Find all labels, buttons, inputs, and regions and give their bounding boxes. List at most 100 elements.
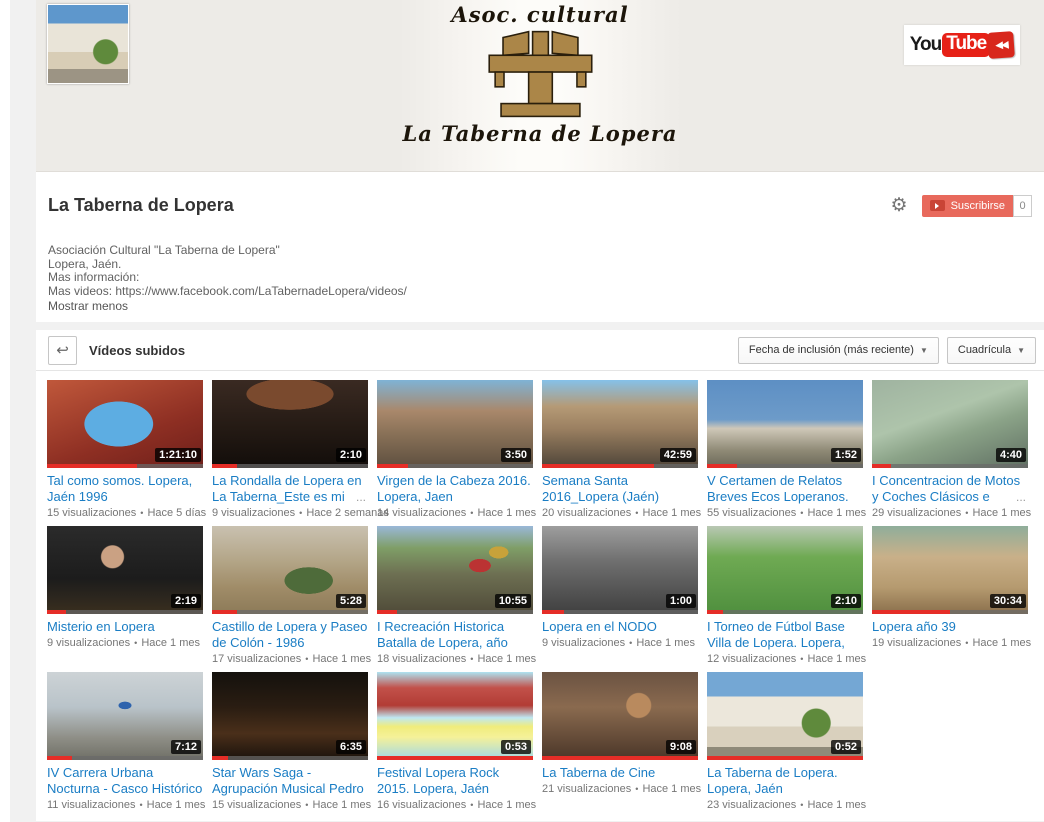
watched-progress-bar [872,464,891,468]
video-title-link[interactable]: Lopera en el NODO [542,619,657,634]
watched-progress-track [542,464,698,468]
video-thumbnail[interactable]: 7:12 [47,672,203,760]
video-meta: 18 visualizaciones•Hace 1 mes [377,653,533,665]
video-meta: 21 visualizaciones•Hace 1 mes [542,783,698,795]
video-title-link[interactable]: Lopera año 39 [872,619,956,634]
video-meta: 9 visualizaciones•Hace 2 semanas [212,507,368,519]
video-title-link[interactable]: I Concentracion de Motos y Coches Clásic… [872,473,1020,505]
video-title-link[interactable]: Tal como somos. Lopera, Jaén 1996 [47,473,192,504]
video-thumbnail[interactable]: 4:40 [872,380,1028,468]
watched-progress-track [542,610,698,614]
video-title-link[interactable]: La Taberna de Lopera. Lopera, Jaén [707,765,838,796]
video-age: Hace 1 mes [477,507,536,519]
video-thumbnail[interactable]: 1:00 [542,526,698,614]
show-less-link[interactable]: Mostrar menos [48,299,1032,313]
channel-avatar[interactable] [47,4,129,84]
video-card: 2:10 I Torneo de Fútbol Base Villa de Lo… [707,526,863,668]
watched-progress-bar [212,464,237,468]
video-age: Hace 1 mes [477,653,536,665]
video-card: 1:21:10 Tal como somos. Lopera, Jaén 199… [47,380,203,522]
video-title-link[interactable]: La Rondalla de Lopera en La Taberna_Este… [212,473,362,505]
watched-progress-track [212,610,368,614]
video-card: 4:40 I Concentracion de Motos y Coches C… [872,380,1028,522]
watched-progress-track [542,756,698,760]
video-thumbnail[interactable]: 6:35 [212,672,368,760]
meta-separator: • [635,784,638,794]
video-views: 29 visualizaciones [872,507,961,519]
chevron-down-icon: ▼ [1017,346,1025,355]
meta-separator: • [299,508,302,518]
video-thumbnail[interactable]: 2:10 [707,526,863,614]
video-title-link[interactable]: Festival Lopera Rock 2015. Lopera, Jaén [377,765,499,796]
video-thumbnail[interactable]: 30:34 [872,526,1028,614]
watched-progress-bar [47,610,66,614]
video-duration-badge: 2:19 [171,594,201,608]
videos-toolbar: ↩ Vídeos subidos Fecha de inclusión (más… [36,330,1044,371]
video-card: 10:55 I Recreación Historica Batalla de … [377,526,533,668]
video-thumbnail[interactable]: 1:52 [707,380,863,468]
video-thumbnail[interactable]: 42:59 [542,380,698,468]
video-thumbnail[interactable]: 10:55 [377,526,533,614]
video-title-link[interactable]: Star Wars Saga - Agrupación Musical Pedr… [212,765,364,797]
video-age: Hace 5 días [147,507,206,519]
page-left-gutter [10,0,36,822]
video-meta: 12 visualizaciones•Hace 1 mes [707,653,863,665]
video-thumbnail[interactable]: 2:10 [212,380,368,468]
video-thumbnail[interactable]: 1:21:10 [47,380,203,468]
back-arrow-icon: ↩ [56,341,69,359]
video-views: 9 visualizaciones [47,637,130,649]
video-age: Hace 1 mes [807,653,866,665]
video-title-link[interactable]: Misterio en Lopera [47,619,155,634]
watched-progress-bar [707,464,737,468]
watched-progress-track [872,610,1028,614]
video-title-link[interactable]: V Certamen de Relatos Breves Ecos Lopera… [707,473,849,505]
video-duration-badge: 42:59 [660,448,696,462]
video-title-link[interactable]: Castillo de Lopera y Paseo de Colón - 19… [212,619,367,650]
video-title-link[interactable]: Semana Santa 2016_Lopera (Jaén) [542,473,659,504]
back-button[interactable]: ↩ [48,336,77,365]
video-duration-badge: 30:34 [990,594,1026,608]
sort-dropdown[interactable]: Fecha de inclusión (más reciente) ▼ [738,337,939,364]
video-card: 1:52 V Certamen de Relatos Breves Ecos L… [707,380,863,522]
watched-progress-bar [542,610,564,614]
watched-progress-track [872,464,1028,468]
video-views: 20 visualizaciones [542,507,631,519]
video-title-link[interactable]: IV Carrera Urbana Nocturna - Casco Histó… [47,765,202,797]
gear-icon[interactable]: ⚙ [891,194,908,217]
video-age: Hace 1 mes [642,507,701,519]
video-duration-badge: 2:10 [831,594,861,608]
video-thumbnail[interactable]: 0:53 [377,672,533,760]
video-title-link[interactable]: I Recreación Historica Batalla de Lopera… [377,619,508,651]
description-line: Lopera, Jaén. [48,258,1032,272]
meta-separator: • [134,638,137,648]
video-title-link[interactable]: I Torneo de Fútbol Base Villa de Lopera.… [707,619,845,651]
watched-progress-track [707,610,863,614]
meta-separator: • [470,654,473,664]
video-title-link[interactable]: Virgen de la Cabeza 2016. Lopera, Jaen [377,473,531,504]
watched-progress-track [47,464,203,468]
video-title-link[interactable]: La Taberna de Cine [542,765,655,780]
videos-section: ↩ Vídeos subidos Fecha de inclusión (más… [36,330,1044,821]
watched-progress-track [707,464,863,468]
watched-progress-bar [377,464,408,468]
view-mode-dropdown[interactable]: Cuadrícula ▼ [947,337,1036,364]
youtube-logo[interactable]: You Tube ◀◀ [904,25,1020,65]
video-thumbnail[interactable]: 0:52 [707,672,863,760]
video-age: Hace 1 mes [147,799,206,811]
video-thumbnail[interactable]: 3:50 [377,380,533,468]
channel-header-card: La Taberna de Lopera ⚙ Suscribirse 0 Aso… [36,172,1044,322]
video-card: 6:35 Star Wars Saga - Agrupación Musical… [212,672,368,814]
video-card: 1:00 Lopera en el NODO 9 visualizaciones… [542,526,698,668]
video-thumbnail[interactable]: 2:19 [47,526,203,614]
subscribe-button[interactable]: Suscribirse [922,195,1013,217]
video-duration-badge: 3:50 [501,448,531,462]
video-age: Hace 1 mes [477,799,536,811]
meta-separator: • [800,654,803,664]
watched-progress-track [377,464,533,468]
section-title: Vídeos subidos [89,343,730,358]
meta-separator: • [965,508,968,518]
video-views: 23 visualizaciones [707,799,796,811]
video-thumbnail[interactable]: 5:28 [212,526,368,614]
video-card: 0:53 Festival Lopera Rock 2015. Lopera, … [377,672,533,814]
video-thumbnail[interactable]: 9:08 [542,672,698,760]
